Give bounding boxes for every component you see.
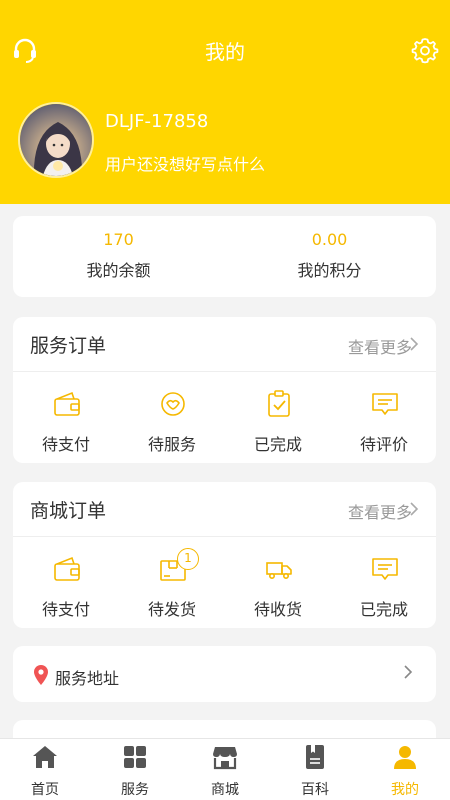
- service-order-pending-service[interactable]: 待服务: [119, 373, 225, 463]
- comment-icon: [372, 393, 398, 415]
- tab-label: 我的: [391, 782, 419, 798]
- service-orders-header: 服务订单 查看更多: [13, 317, 436, 372]
- shop-order-statuses: 待支付 1 待发货 待收货 已完成: [13, 538, 436, 628]
- chevron-right-icon[interactable]: [408, 336, 420, 352]
- service-badge-icon: [161, 392, 185, 416]
- item-label: 待评价: [359, 435, 408, 454]
- service-order-pending-review[interactable]: 待评价: [331, 373, 437, 463]
- store-icon: [213, 747, 237, 770]
- wallet-icon: [54, 391, 80, 416]
- shop-order-pending-payment[interactable]: 待支付: [13, 538, 119, 628]
- item-label: 待收货: [253, 600, 302, 619]
- chevron-right-icon: [404, 665, 413, 679]
- tab-label: 服务: [121, 782, 149, 798]
- avatar-illustration: [20, 104, 92, 176]
- balance-value: 170: [103, 230, 134, 249]
- tab-mall[interactable]: 商城: [180, 739, 270, 800]
- comment-icon: [372, 558, 398, 580]
- user-icon: [394, 746, 416, 769]
- item-label: 待支付: [41, 435, 90, 454]
- service-orders-title: 服务订单: [30, 335, 107, 357]
- tab-home[interactable]: 首页: [0, 739, 90, 800]
- user-bio: 用户还没想好写点什么: [105, 155, 266, 174]
- balance-section[interactable]: 170 我的余额: [13, 216, 224, 297]
- shop-order-pending-receipt[interactable]: 待收货: [225, 538, 331, 628]
- top-bar: 我的: [0, 28, 450, 72]
- bottom-tab-bar: 首页 服务 商城 百科 我的: [0, 738, 450, 800]
- tab-label: 商城: [211, 782, 239, 798]
- service-orders-more-link[interactable]: 查看更多: [348, 334, 412, 358]
- shop-order-shipment-badge: 1: [177, 548, 199, 570]
- balance-label: 我的余额: [86, 261, 151, 280]
- service-address-label: 服务地址: [55, 669, 120, 688]
- shop-orders-title: 商城订单: [30, 500, 107, 522]
- user-profile[interactable]: DLJF-17858 用户还没想好写点什么: [18, 102, 438, 182]
- item-label: 待服务: [147, 435, 196, 454]
- item-label: 已完成: [253, 435, 302, 454]
- truck-icon: [266, 562, 292, 579]
- service-orders-card: 服务订单 查看更多 待支付 待服务 已完成 待评价: [13, 317, 436, 463]
- avatar[interactable]: [18, 102, 94, 178]
- service-order-statuses: 待支付 待服务 已完成 待评价: [13, 373, 436, 463]
- tab-mine[interactable]: 我的: [360, 739, 450, 800]
- tab-service[interactable]: 服务: [90, 739, 180, 800]
- tab-encyclopedia[interactable]: 百科: [270, 739, 360, 800]
- tab-label: 百科: [301, 782, 329, 798]
- shop-orders-header: 商城订单 查看更多: [13, 482, 436, 537]
- shop-orders-card: 商城订单 查看更多 待支付 1 待发货 待收货 已完成: [13, 482, 436, 628]
- wallet-card: 170 我的余额 0.00 我的积分: [13, 216, 436, 297]
- shop-order-completed[interactable]: 已完成: [331, 538, 437, 628]
- page-title: 我的: [205, 40, 245, 64]
- points-value: 0.00: [311, 230, 348, 249]
- location-pin-icon: [34, 665, 48, 685]
- clipboard-check-icon: [268, 390, 290, 417]
- shop-orders-more-link[interactable]: 查看更多: [348, 499, 412, 523]
- item-label: 待支付: [41, 600, 90, 619]
- shop-order-pending-shipment[interactable]: 1 待发货: [119, 538, 225, 628]
- service-order-completed[interactable]: 已完成: [225, 373, 331, 463]
- item-label: 已完成: [359, 600, 408, 619]
- home-icon: [33, 746, 57, 768]
- wallet-icon: [54, 556, 80, 581]
- tab-label: 首页: [31, 782, 59, 798]
- service-order-pending-payment[interactable]: 待支付: [13, 373, 119, 463]
- book-icon: [306, 745, 324, 769]
- points-section[interactable]: 0.00 我的积分: [224, 216, 435, 297]
- service-address-row[interactable]: 服务地址: [13, 646, 436, 702]
- grid-icon: [124, 746, 146, 768]
- item-label: 待发货: [147, 600, 196, 619]
- gear-icon[interactable]: [411, 36, 439, 64]
- chevron-right-icon[interactable]: [408, 501, 420, 517]
- profile-header: 我的 DLJF-17858 用户还没想好写点什么: [0, 0, 450, 204]
- username: DLJF-17858: [105, 111, 209, 132]
- points-label: 我的积分: [297, 261, 362, 280]
